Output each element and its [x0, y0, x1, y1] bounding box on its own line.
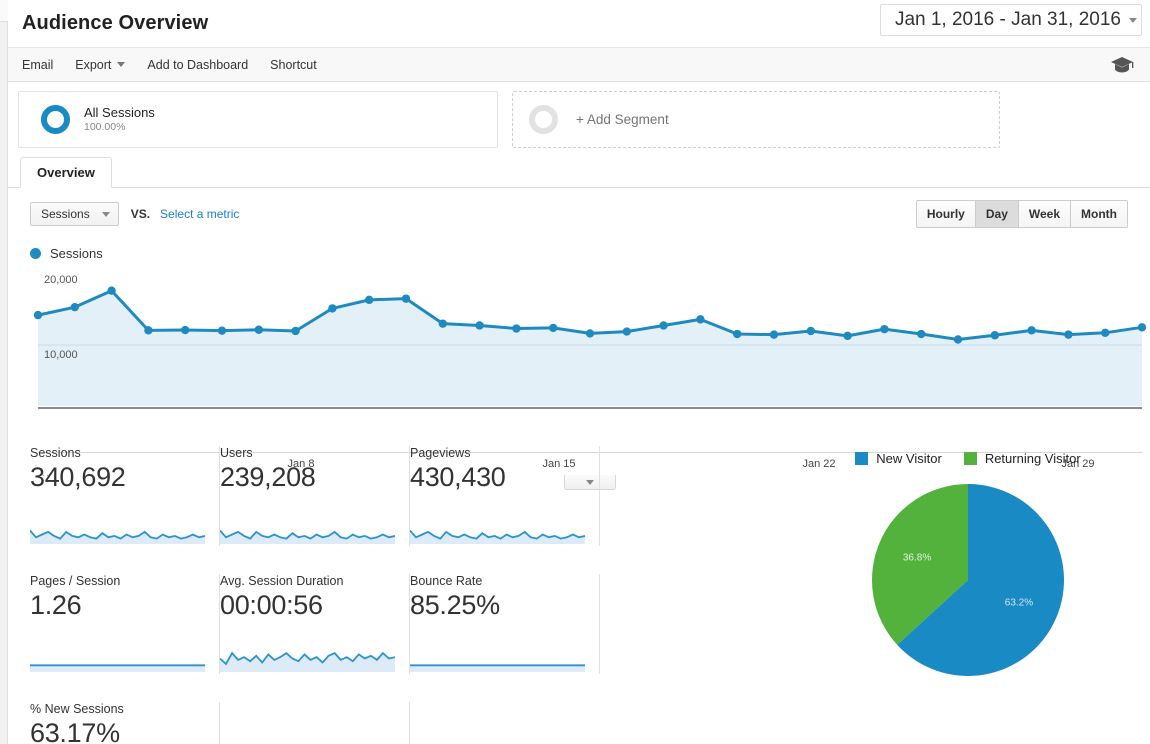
pie-legend-label: New Visitor	[876, 451, 942, 466]
segment-percent: 100.00%	[84, 121, 155, 135]
add-segment-label: + Add Segment	[576, 112, 669, 127]
tab-overview[interactable]: Overview	[20, 157, 112, 188]
chart-legend: Sessions	[8, 240, 1150, 266]
sparkline	[220, 514, 395, 546]
sparkline	[30, 642, 205, 674]
toolbar-label: Export	[75, 58, 111, 72]
granularity-hourly[interactable]: Hourly	[917, 201, 976, 227]
segment-name: All Sessions	[84, 105, 155, 121]
metric-card-label: % New Sessions	[30, 702, 207, 716]
sessions-line-chart-svg: 20,000 10,000	[8, 272, 1150, 452]
legend-swatch-returning-visitor	[964, 452, 977, 465]
primary-metric-select[interactable]: Sessions	[30, 202, 119, 226]
page-header: Audience Overview Jan 1, 2016 - Jan 31, …	[8, 0, 1150, 48]
toolbar-item-shortcut[interactable]: Shortcut	[270, 58, 317, 72]
donut-icon	[41, 105, 70, 134]
select-a-metric-link[interactable]: Select a metric	[160, 207, 239, 221]
metric-card-label: Avg. Session Duration	[220, 574, 397, 588]
granularity-week[interactable]: Week	[1019, 201, 1071, 227]
chevron-down-icon	[1129, 18, 1137, 23]
sparkline	[410, 642, 585, 674]
action-toolbar: Email Export Add to Dashboard Shortcut	[8, 48, 1150, 82]
metric-card-value: 239,208	[220, 462, 397, 494]
pie-legend-label: Returning Visitor	[985, 451, 1081, 466]
granularity-month[interactable]: Month	[1071, 201, 1127, 227]
segment-bar: All Sessions 100.00% + Add Segment	[8, 82, 1150, 156]
graduation-cap-icon[interactable]	[1110, 56, 1134, 74]
metric-card-label: Pages / Session	[30, 574, 207, 588]
donut-icon-empty	[529, 105, 558, 134]
pie-legend-item-new-visitor[interactable]: New Visitor	[855, 451, 942, 466]
toolbar-label: Shortcut	[270, 58, 317, 72]
pie-chart-svg[interactable]: 63.2% 36.8%	[868, 480, 1068, 680]
pie-legend: New Visitor Returning Visitor	[798, 446, 1138, 470]
metric-card-users[interactable]: Users 239,208	[220, 446, 410, 546]
toolbar-item-add-to-dashboard[interactable]: Add to Dashboard	[147, 58, 248, 72]
toolbar-item-export[interactable]: Export	[75, 58, 125, 72]
legend-label-sessions: Sessions	[50, 246, 103, 261]
toolbar-label: Add to Dashboard	[147, 58, 248, 72]
metric-card-sessions[interactable]: Sessions 340,692	[30, 446, 220, 546]
metric-control-row: Sessions VS. Select a metric Hourly Day …	[8, 188, 1150, 240]
pie-legend-item-returning-visitor[interactable]: Returning Visitor	[964, 451, 1081, 466]
vs-label: VS.	[131, 207, 150, 221]
metric-card-value: 85.25%	[410, 590, 587, 622]
metric-card-empty	[410, 702, 600, 744]
date-range-picker[interactable]: Jan 1, 2016 - Jan 31, 2016	[880, 4, 1142, 36]
segment-all-sessions[interactable]: All Sessions 100.00%	[18, 91, 498, 148]
tab-label: Overview	[37, 165, 95, 180]
page-title: Audience Overview	[22, 12, 208, 35]
bottom-section: Sessions 340,692 Users 239,208 Pageviews…	[8, 446, 1150, 744]
metric-card-pageviews[interactable]: Pageviews 430,430	[410, 446, 600, 546]
metric-cards: Sessions 340,692 Users 239,208 Pageviews…	[30, 446, 630, 744]
visitor-type-pie-chart: New Visitor Returning Visitor 63.2% 36.8%	[798, 446, 1138, 680]
primary-metric-label: Sessions	[41, 207, 90, 221]
sparkline	[410, 514, 585, 546]
metric-card-pages-per-session[interactable]: Pages / Session 1.26	[30, 574, 220, 674]
sessions-line-chart[interactable]: 20,000 10,000	[8, 272, 1150, 452]
metric-card-empty	[220, 702, 410, 744]
metric-card-value: 63.17%	[30, 718, 207, 744]
metric-card-percent-new-sessions[interactable]: % New Sessions 63.17%	[30, 702, 220, 744]
left-gutter-tab	[0, 0, 8, 22]
add-segment-button[interactable]: + Add Segment	[512, 91, 1000, 148]
date-range-label: Jan 1, 2016 - Jan 31, 2016	[895, 9, 1121, 31]
toolbar-item-email[interactable]: Email	[22, 58, 53, 72]
analytics-page: Audience Overview Jan 1, 2016 - Jan 31, …	[0, 0, 1150, 744]
legend-swatch-new-visitor	[855, 452, 868, 465]
granularity-toggle-group: Hourly Day Week Month	[916, 200, 1128, 228]
metric-card-label: Bounce Rate	[410, 574, 587, 588]
metric-card-label: Sessions	[30, 446, 207, 460]
metric-card-label: Pageviews	[410, 446, 587, 460]
left-gutter	[0, 0, 8, 744]
metric-card-value: 340,692	[30, 462, 207, 494]
metric-card-avg-session-duration[interactable]: Avg. Session Duration 00:00:56	[220, 574, 410, 674]
sparkline	[220, 642, 395, 674]
tab-bar: Overview	[8, 156, 1150, 188]
legend-dot-sessions	[30, 248, 41, 259]
metric-card-bounce-rate[interactable]: Bounce Rate 85.25%	[410, 574, 600, 674]
svg-text:20,000: 20,000	[44, 274, 78, 286]
svg-text:36.8%: 36.8%	[903, 553, 931, 564]
metric-card-value: 00:00:56	[220, 590, 397, 622]
toolbar-label: Email	[22, 58, 53, 72]
metric-card-label: Users	[220, 446, 397, 460]
sparkline	[30, 514, 205, 546]
main-panel: Sessions VS. Select a metric Hourly Day …	[8, 188, 1150, 744]
granularity-day[interactable]: Day	[976, 201, 1019, 227]
chevron-down-icon	[102, 212, 110, 217]
svg-text:63.2%: 63.2%	[1005, 597, 1033, 608]
metric-card-value: 1.26	[30, 590, 207, 622]
chevron-down-icon	[117, 62, 125, 67]
metric-card-value: 430,430	[410, 462, 587, 494]
svg-text:10,000: 10,000	[44, 349, 78, 361]
